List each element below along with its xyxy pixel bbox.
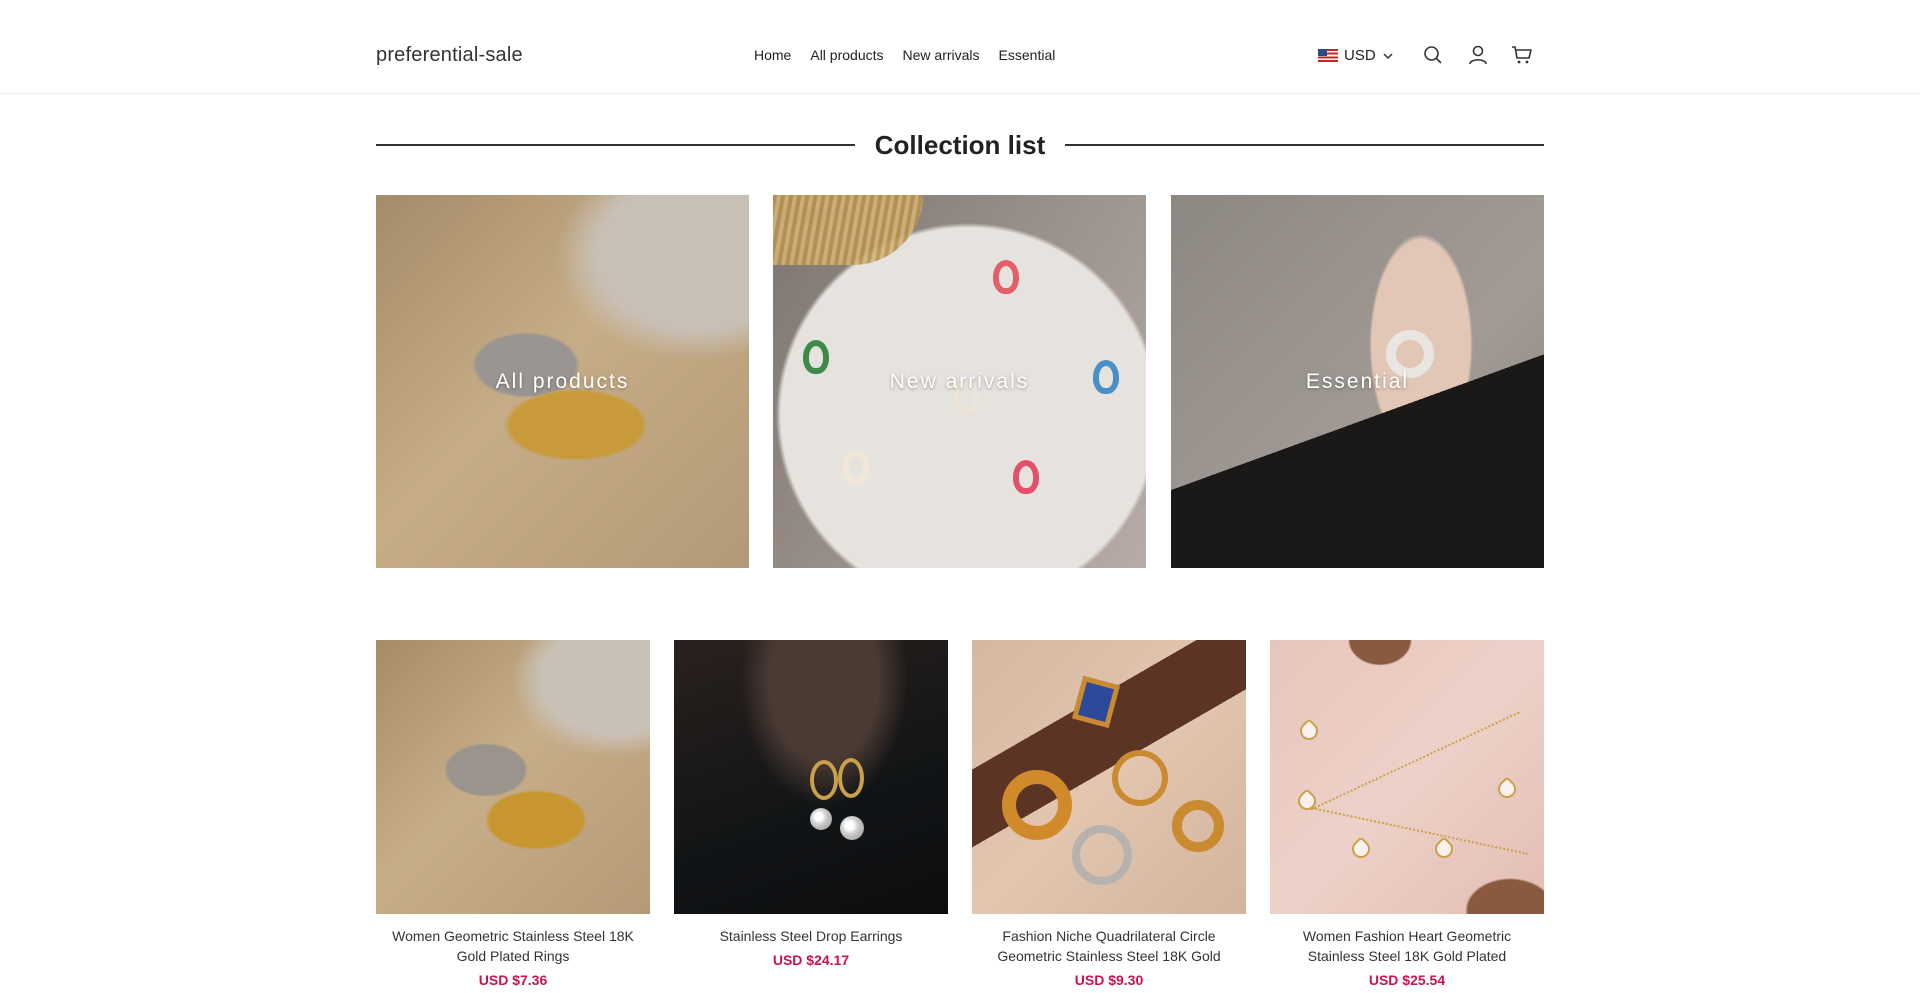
- product-image[interactable]: [674, 640, 948, 914]
- product-image[interactable]: [1270, 640, 1544, 914]
- search-icon[interactable]: [1422, 44, 1444, 66]
- heart-charm: [1431, 836, 1457, 862]
- heading-rule-right: [1065, 144, 1544, 146]
- product-card[interactable]: Women Geometric Stainless Steel 18K Gold…: [376, 640, 650, 988]
- product-price: USD $24.17: [772, 952, 850, 968]
- chain-decoration: [1312, 807, 1528, 855]
- earring-hoop: [838, 758, 864, 798]
- product-title[interactable]: Fashion Niche Quadrilateral Circle Geome…: [972, 926, 1246, 966]
- account-icon[interactable]: [1467, 44, 1489, 66]
- collection-label: Essential: [1305, 369, 1410, 393]
- ring-decoration: [1072, 825, 1132, 885]
- collection-tile-new-arrivals[interactable]: New arrivals: [773, 195, 1146, 568]
- product-title[interactable]: Women Fashion Heart Geometric Stainless …: [1270, 926, 1544, 966]
- product-card[interactable]: Fashion Niche Quadrilateral Circle Geome…: [972, 640, 1246, 988]
- ring-decoration: [1172, 800, 1224, 852]
- gem-decoration: [1071, 675, 1121, 729]
- nav-essential[interactable]: Essential: [999, 47, 1056, 63]
- product-image[interactable]: [972, 640, 1246, 914]
- crystal-drop: [810, 808, 832, 830]
- heart-charm: [1494, 776, 1520, 802]
- collection-tile-essential[interactable]: Essential: [1171, 195, 1544, 568]
- chevron-down-icon: [1383, 52, 1393, 59]
- product-image[interactable]: [376, 640, 650, 914]
- collection-list-heading: Collection list: [376, 128, 1544, 162]
- product-price: USD $9.30: [1074, 972, 1144, 988]
- collection-label: All products: [495, 369, 630, 393]
- earring-decoration: [993, 260, 1019, 294]
- crystal-drop: [840, 816, 864, 840]
- us-flag-icon: [1318, 49, 1338, 62]
- nav-all-products[interactable]: All products: [810, 47, 883, 63]
- main-nav: Home All products New arrivals Essential: [754, 47, 1055, 63]
- ring-decoration: [1112, 750, 1168, 806]
- collection-label: New arrivals: [889, 369, 1030, 393]
- currency-selector[interactable]: USD: [1318, 47, 1394, 64]
- currency-code: USD: [1344, 47, 1376, 64]
- product-price: USD $25.54: [1368, 972, 1446, 988]
- product-title[interactable]: Women Geometric Stainless Steel 18K Gold…: [376, 926, 650, 966]
- nav-new-arrivals[interactable]: New arrivals: [903, 47, 980, 63]
- heart-charm: [1348, 836, 1374, 862]
- section-title: Collection list: [874, 129, 1046, 160]
- product-price: USD $7.36: [478, 972, 548, 988]
- earring-decoration: [1013, 460, 1039, 494]
- product-card[interactable]: Stainless Steel Drop Earrings USD $24.17: [674, 640, 948, 968]
- cart-icon[interactable]: [1511, 44, 1533, 66]
- nav-home[interactable]: Home: [754, 47, 791, 63]
- store-logo[interactable]: preferential-sale: [376, 44, 523, 67]
- ring-decoration: [1002, 770, 1072, 840]
- earring-hoop: [810, 760, 838, 800]
- chain-decoration: [1310, 711, 1520, 811]
- site-header: preferential-sale Home All products New …: [0, 0, 1920, 94]
- collection-tile-all-products[interactable]: All products: [376, 195, 749, 568]
- heart-charm: [1296, 718, 1322, 744]
- wheat-decoration: [773, 195, 923, 265]
- product-card[interactable]: Women Fashion Heart Geometric Stainless …: [1270, 640, 1544, 988]
- earring-decoration: [843, 450, 869, 484]
- heading-rule-left: [376, 144, 855, 146]
